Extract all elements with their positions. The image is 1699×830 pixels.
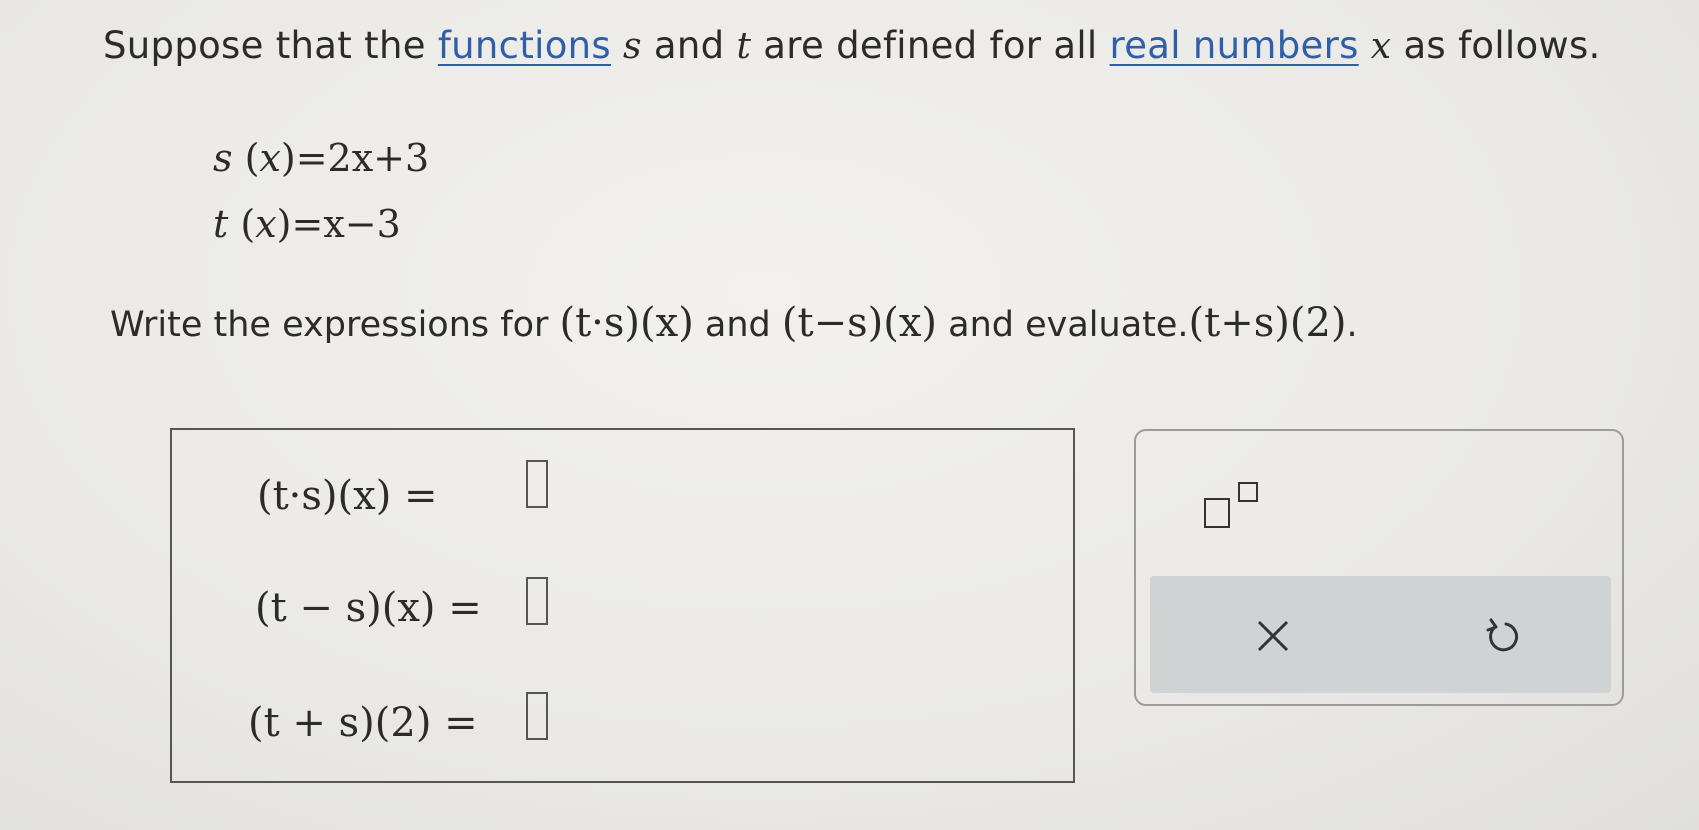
expr-product: (t·s)(x) xyxy=(559,300,694,346)
var-t: t xyxy=(736,26,752,67)
def-s-equals: = xyxy=(295,136,328,180)
def-t-open-paren: ( xyxy=(240,202,256,246)
close-x-icon xyxy=(1257,620,1289,652)
var-s: s xyxy=(623,26,642,67)
instruction-suffix: . xyxy=(1346,305,1358,345)
action-bar xyxy=(1150,576,1611,693)
answer-label-difference: (t − s)(x) xyxy=(255,585,436,631)
instruction-mid2: and evaluate. xyxy=(937,305,1189,345)
expr-sum: (t+s)(2) xyxy=(1188,300,1347,346)
def-t-equals: = xyxy=(291,202,324,246)
real-numbers-link[interactable]: real numbers xyxy=(1110,24,1359,67)
def-s-close-paren: ) xyxy=(280,136,296,180)
answer-row-product: (t·s)(x) = xyxy=(257,473,438,519)
answer-equals-difference: = xyxy=(448,585,482,631)
instruction-mid: and xyxy=(693,305,782,345)
instruction-prefix: Write the expressions for xyxy=(110,305,560,345)
math-toolbox xyxy=(1134,429,1624,706)
answer-label-product: (t·s)(x) xyxy=(257,473,392,519)
undo-reset-icon xyxy=(1486,618,1519,652)
reset-button[interactable] xyxy=(1476,610,1528,662)
question-prefix: Suppose that the xyxy=(103,24,438,67)
def-s-name: s xyxy=(213,136,233,180)
def-t-close-paren: ) xyxy=(276,202,292,246)
functions-link[interactable]: functions xyxy=(438,24,611,67)
exponent-base-box-icon xyxy=(1204,498,1230,528)
answer-row-difference: (t − s)(x) = xyxy=(255,585,482,631)
answer-input-difference[interactable] xyxy=(526,577,548,625)
question-mid2: are defined for all xyxy=(751,24,1110,67)
instruction-text: Write the expressions for (t·s)(x) and (… xyxy=(110,300,1358,346)
answer-label-sum: (t + s)(2) xyxy=(248,700,432,746)
def-t-name: t xyxy=(213,202,229,246)
def-t-arg: x xyxy=(255,202,277,246)
exponent-button[interactable] xyxy=(1194,476,1276,536)
answer-row-sum: (t + s)(2) = xyxy=(248,700,478,746)
def-s-open-paren: ( xyxy=(244,136,260,180)
clear-button[interactable] xyxy=(1247,610,1299,662)
question-mid1: and xyxy=(641,24,737,67)
def-t-rhs: x−3 xyxy=(323,202,401,246)
var-x: x xyxy=(1370,26,1392,67)
def-s-arg: x xyxy=(259,136,281,180)
question-text: Suppose that the functions s and t are d… xyxy=(103,24,1601,67)
def-s-rhs: 2x+3 xyxy=(327,136,430,180)
definition-t: t (x)=x−3 xyxy=(213,202,401,246)
answer-equals-sum: = xyxy=(444,700,478,746)
answer-panel: (t·s)(x) = (t − s)(x) = (t + s)(2) = xyxy=(170,428,1075,783)
answer-equals-product: = xyxy=(404,473,438,519)
exponent-power-box-icon xyxy=(1238,482,1258,502)
question-suffix: as follows. xyxy=(1391,24,1601,67)
definition-s: s (x)=2x+3 xyxy=(213,136,429,180)
answer-input-product[interactable] xyxy=(526,460,548,508)
screen: Suppose that the functions s and t are d… xyxy=(0,0,1699,830)
answer-input-sum[interactable] xyxy=(526,692,548,740)
expr-difference: (t−s)(x) xyxy=(781,300,938,346)
